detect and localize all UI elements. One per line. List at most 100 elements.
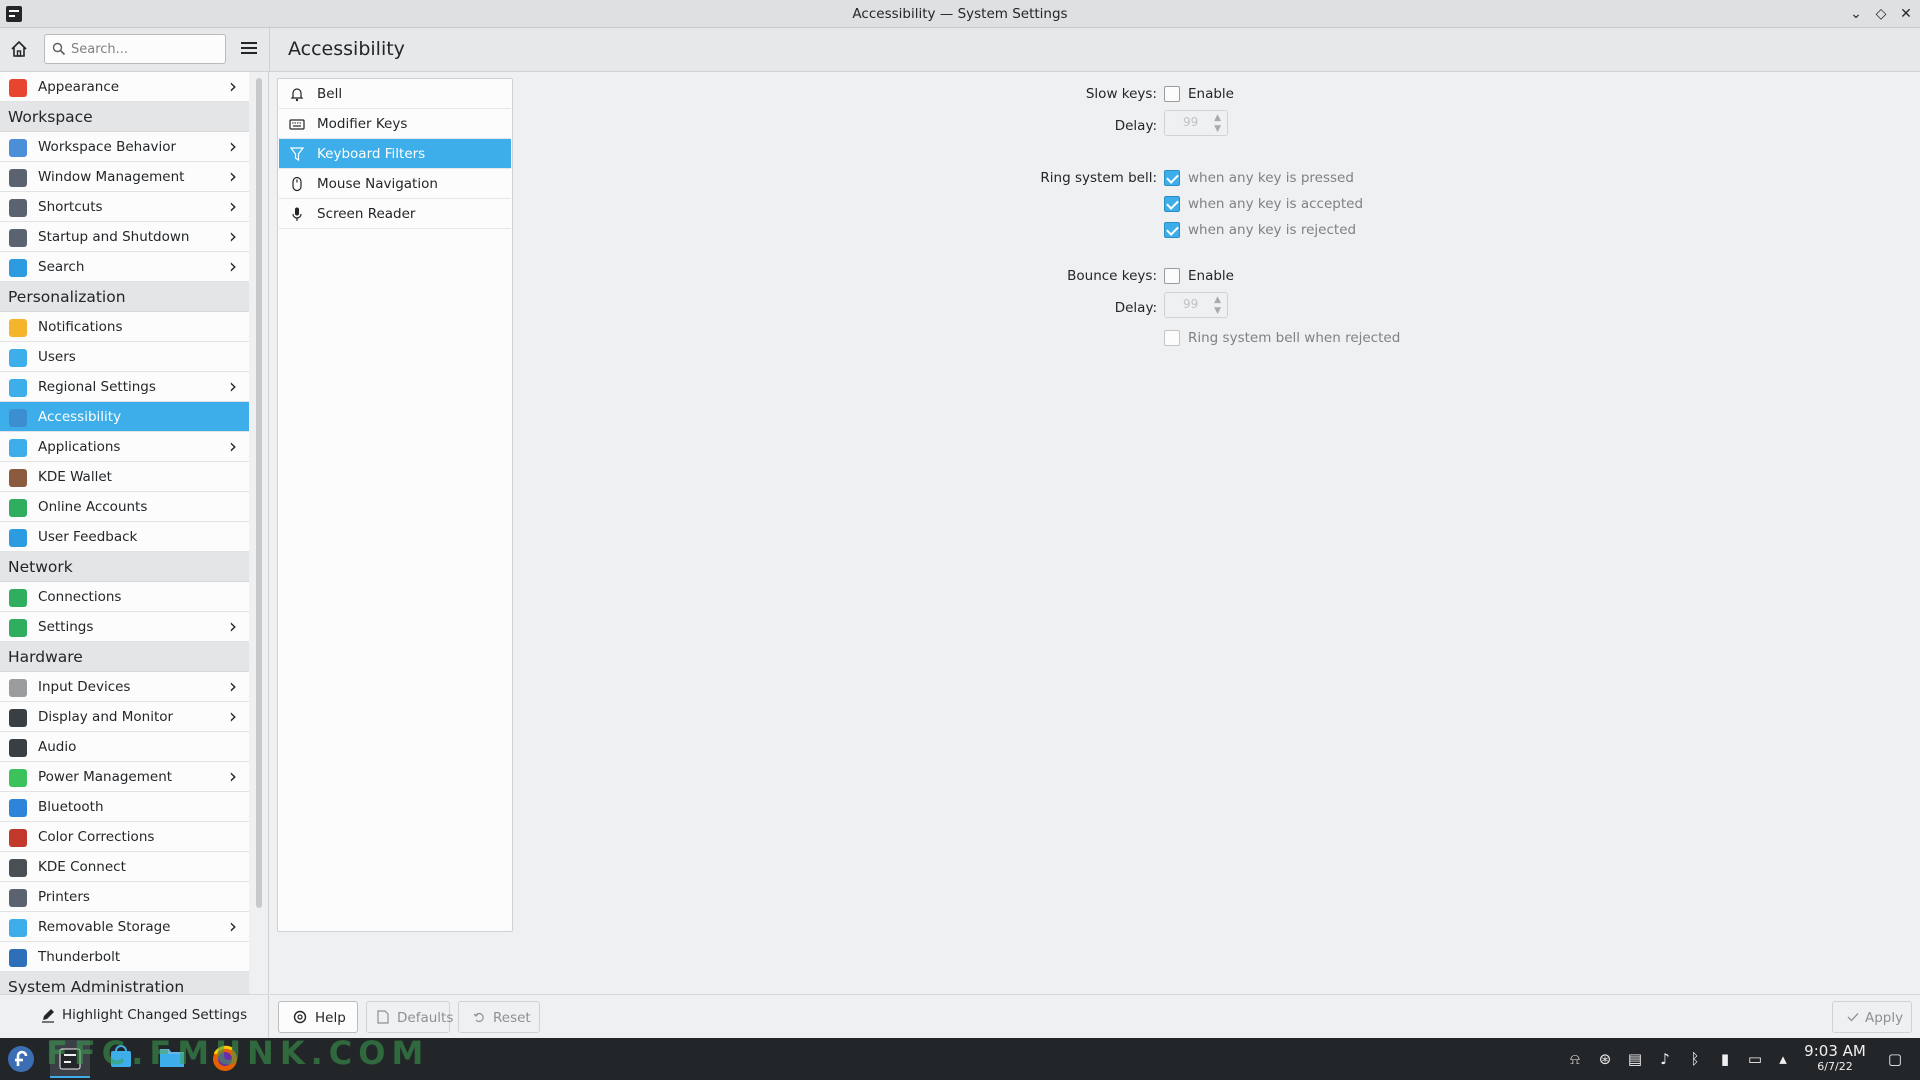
sidebar-item-printers[interactable]: Printers [0,882,249,912]
sidebar-item-kde-connect[interactable]: KDE Connect [0,852,249,882]
hamburger-menu-button[interactable] [238,39,260,61]
chevron-right-icon: › [229,614,237,638]
sidebar-item-settings[interactable]: Settings › [0,612,249,642]
sidebar-item-regional-settings[interactable]: Regional Settings › [0,372,249,402]
sidebar-item-removable-storage[interactable]: Removable Storage › [0,912,249,942]
bell-icon [9,319,27,337]
home-button[interactable] [8,38,34,62]
sidebar-item-search[interactable]: Search › [0,252,249,282]
volume-tray-icon[interactable]: ♪ [1656,1050,1674,1068]
sidebar-item-label: Workspace Behavior [38,139,177,155]
sidebar-item-label: Power Management [38,769,173,785]
sidebar-scrollbar[interactable] [256,78,262,908]
sidebar-item-applications[interactable]: Applications › [0,432,249,462]
keyboard-icon [9,199,27,217]
subcategory-mouse-navigation[interactable]: Mouse Navigation [279,169,511,199]
sidebar-item-thunderbolt[interactable]: Thunderbolt [0,942,249,972]
defaults-button[interactable]: Defaults [366,1001,453,1033]
subcategory-label: Keyboard Filters [317,146,426,162]
sidebar-footer: Highlight Changed Settings [0,994,269,1038]
application-launcher-button[interactable] [6,1044,36,1074]
slow-keys-enable-checkbox[interactable] [1164,86,1180,102]
subcategory-label: Mouse Navigation [317,176,438,192]
sidebar-item-label: Users [38,349,76,365]
sidebar-item-display-and-monitor[interactable]: Display and Monitor › [0,702,249,732]
sidebar-item-color-corrections[interactable]: Color Corrections [0,822,249,852]
network-tray-icon[interactable]: ▭ [1746,1050,1764,1068]
slow-keys-delay-spinbox[interactable]: 99 ▲ ▼ [1164,110,1228,136]
sidebar-category: Hardware [0,642,249,672]
mouse-icon [9,679,27,697]
spin-up-icon[interactable]: ▲ [1214,295,1221,305]
sidebar-item-shortcuts[interactable]: Shortcuts › [0,192,249,222]
sidebar-item-user-feedback[interactable]: User Feedback [0,522,249,552]
search-input[interactable] [71,39,221,59]
close-button[interactable]: ✕ [1896,4,1916,24]
subcategory-label: Bell [317,86,343,102]
show-desktop-icon[interactable]: ▢ [1886,1050,1904,1068]
spin-up-icon[interactable]: ▲ [1214,113,1221,123]
sidebar-item-notifications[interactable]: Notifications [0,312,249,342]
sidebar-item-connections[interactable]: Connections [0,582,249,612]
bluetooth-tray-icon[interactable]: ᛒ [1686,1050,1704,1068]
tray-expand-icon[interactable]: ▴ [1774,1050,1792,1068]
battery-tray-icon[interactable]: ▮ [1716,1050,1734,1068]
window-title: Accessibility — System Settings [852,6,1068,22]
accessibility-subcategory-list: Bell Modifier Keys Keyboard Filters Mouse N… [277,78,772,932]
sidebar-item-label: KDE Connect [38,859,126,875]
search-box[interactable] [44,34,226,64]
sidebar-item-window-management[interactable]: Window Management › [0,162,249,192]
wallet-icon [9,469,27,487]
sidebar-item-bluetooth[interactable]: Bluetooth [0,792,249,822]
spin-down-icon[interactable]: ▼ [1214,124,1221,134]
sidebar-item-accessibility[interactable]: Accessibility [0,402,249,432]
sidebar-item-audio[interactable]: Audio [0,732,249,762]
accessibility-icon [9,409,27,427]
notifications-tray-icon[interactable]: ⍾ [1566,1050,1584,1068]
sidebar-item-appearance[interactable]: Appearance › [0,72,249,102]
ring-pressed-checkbox[interactable] [1164,170,1180,186]
mouse-outline-icon [292,176,302,192]
minimize-button[interactable]: ⌄ [1846,4,1866,24]
sidebar-item-input-devices[interactable]: Input Devices › [0,672,249,702]
ring-accepted-checkbox[interactable] [1164,196,1180,212]
sidebar-category-label: Personalization [8,288,126,306]
sidebar-item-label: Accessibility [38,409,122,425]
subcategory-keyboard-filters[interactable]: Keyboard Filters [279,139,511,169]
sidebar-item-online-accounts[interactable]: Online Accounts [0,492,249,522]
chevron-right-icon: › [229,764,237,788]
digital-clock[interactable]: 9:03 AM 6/7/22 [1800,1042,1870,1073]
spin-down-icon[interactable]: ▼ [1214,306,1221,316]
sidebar-item-label: Appearance [38,79,120,95]
sidebar-item-label: Display and Monitor [38,709,174,725]
bounce-ring-checkbox[interactable] [1164,330,1180,346]
sidebar-item-workspace-behavior[interactable]: Workspace Behavior › [0,132,249,162]
sidebar-item-label: Settings [38,619,94,635]
sidebar-item-power-management[interactable]: Power Management › [0,762,249,792]
maximize-button[interactable]: ◇ [1871,4,1891,24]
subcategory-modifier-keys[interactable]: Modifier Keys [279,109,511,139]
globe-icon [9,589,27,607]
reset-button[interactable]: Reset [458,1001,540,1033]
keyboard-outline-icon [289,119,305,130]
bounce-keys-enable-checkbox[interactable] [1164,268,1180,284]
ring-rejected-label: when any key is rejected [1188,222,1357,238]
reset-label: Reset [493,1010,531,1026]
sidebar-item-users[interactable]: Users [0,342,249,372]
sidebar-item-kde-wallet[interactable]: KDE Wallet [0,462,249,492]
subcategory-bell[interactable]: Bell [279,79,511,109]
highlight-changed-settings-button[interactable]: Highlight Changed Settings [40,1007,247,1031]
help-button[interactable]: Help [278,1001,358,1033]
clipboard-tray-icon[interactable]: ▤ [1626,1050,1644,1068]
sidebar-item-startup-and-shutdown[interactable]: Startup and Shutdown › [0,222,249,252]
sidebar-item-label: Input Devices [38,679,131,695]
bounce-delay-row: Delay: [820,298,1157,320]
ring-rejected-checkbox[interactable] [1164,222,1180,238]
apply-button[interactable]: Apply [1832,1001,1912,1033]
subcategory-screen-reader[interactable]: Screen Reader [279,199,511,229]
bounce-keys-delay-spinbox[interactable]: 99 ▲ ▼ [1164,292,1228,318]
home-icon [11,40,27,57]
updates-tray-icon[interactable]: ⊛ [1596,1050,1614,1068]
chevron-right-icon: › [229,914,237,938]
workspace-behavior-icon [9,139,27,157]
